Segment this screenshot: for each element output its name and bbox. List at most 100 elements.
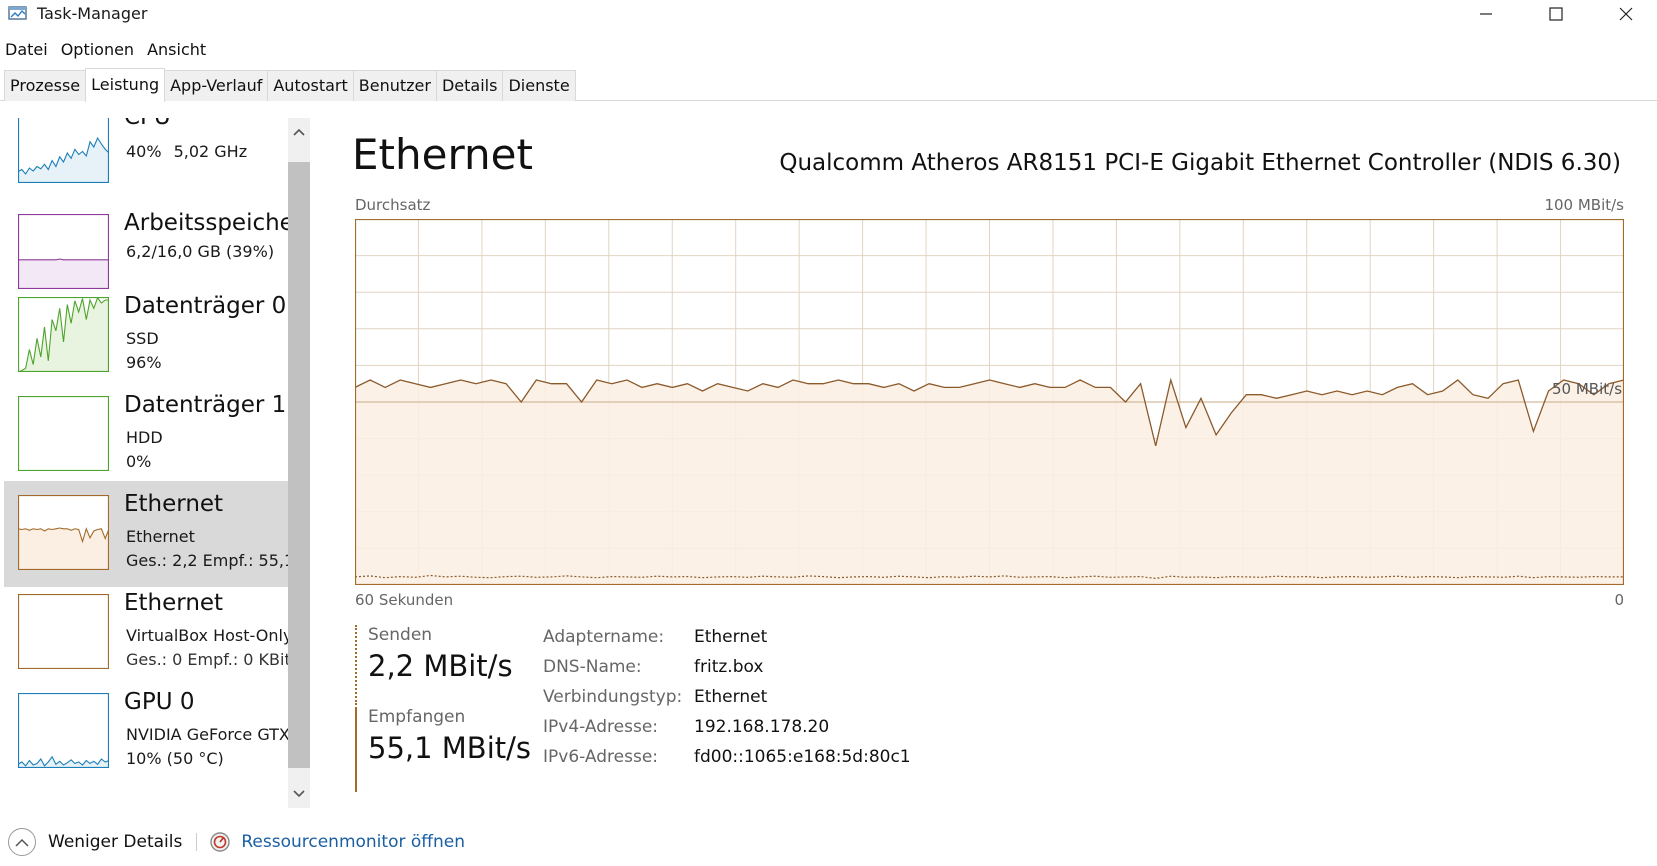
sidebar-item-ethernet-virtualbox[interactable]: Ethernet VirtualBox Host-Only Network Ge…	[4, 580, 290, 686]
receive-area	[355, 380, 1624, 585]
window-title: Task-Manager	[37, 4, 148, 23]
tab-leistung[interactable]: Leistung	[85, 68, 166, 102]
scroll-up-button[interactable]	[288, 120, 310, 144]
thumbnail-background	[18, 594, 109, 669]
scroll-thumb[interactable]	[288, 162, 310, 768]
sidebar-item-detail: HDD	[126, 428, 163, 447]
sidebar-item-ethernet[interactable]: Ethernet Ethernet Ges.: 2,2 Empf.: 55,1 …	[4, 481, 290, 587]
property-key: IPv4-Adresse:	[543, 717, 658, 737]
chart-label-throughput: Durchsatz	[355, 196, 431, 214]
receive-label: Empfangen	[368, 707, 466, 727]
sidebar-item-usage: 10% (50 °C)	[126, 749, 224, 768]
minimize-icon	[1480, 13, 1492, 15]
sidebar-item-title: Arbeitsspeicher	[124, 210, 290, 236]
property-value: 192.168.178.20	[694, 717, 830, 737]
tab-details[interactable]: Details	[435, 70, 504, 101]
task-manager-icon	[8, 5, 28, 21]
time-axis-zero: 0	[1614, 591, 1624, 609]
disk-1-thumbnail	[18, 396, 109, 471]
throughput-graph	[355, 219, 1624, 585]
property-row: Adaptername: Ethernet	[543, 627, 911, 657]
fewer-details-label[interactable]: Weniger Details	[48, 832, 182, 852]
fewer-details-button[interactable]	[8, 828, 36, 856]
property-value: fd00::1065:e168:5d:80c1	[694, 747, 911, 767]
sidebar-item-title: Datenträger 1 (D:	[124, 392, 290, 418]
send-label: Senden	[368, 625, 433, 645]
menu-optionen[interactable]: Optionen	[56, 37, 139, 63]
sidebar-item-disk-0[interactable]: Datenträger 0 (C: SSD 96%	[4, 283, 290, 389]
sidebar-item-cpu[interactable]: CPU 40%5,02 GHz	[4, 118, 288, 200]
adapter-name-heading: Qualcomm Atheros AR8151 PCI-E Gigabit Et…	[779, 150, 1621, 176]
send-stat: Senden 2,2 MBit/s	[355, 625, 535, 705]
chevron-down-icon	[293, 790, 305, 798]
receive-value: 55,1 MBit/s	[368, 731, 532, 765]
resource-monitor-icon	[210, 832, 231, 852]
sidebar-item-detail: Ethernet	[126, 527, 195, 546]
adapter-properties: Adaptername: Ethernet DNS-Name: fritz.bo…	[543, 627, 911, 777]
time-axis-label: 60 Sekunden	[355, 591, 454, 609]
sidebar-item-detail: 6,2/16,0 GB (39%)	[126, 242, 275, 261]
disk-0-thumbnail	[18, 297, 109, 372]
receive-stat: Empfangen 55,1 MBit/s	[355, 707, 535, 792]
scroll-down-button[interactable]	[288, 782, 310, 806]
sidebar-item-throughput: Ges.: 2,2 Empf.: 55,1 MBit/s	[126, 551, 290, 570]
sidebar-item-throughput: Ges.: 0 Empf.: 0 KBit/s	[126, 650, 290, 669]
performance-sidebar: CPU 40%5,02 GHz Arbeitsspeicher 6,2/16,0…	[0, 118, 290, 810]
sidebar-item-usage: 96%	[126, 353, 162, 372]
sidebar-item-detail: NVIDIA GeForce GTX	[126, 725, 290, 744]
sidebar-item-gpu-0[interactable]: GPU 0 NVIDIA GeForce GTX 10% (50 °C)	[4, 679, 290, 785]
sidebar-item-title: CPU	[124, 118, 171, 130]
property-row: DNS-Name: fritz.box	[543, 657, 911, 687]
sidebar-item-detail: SSD	[126, 329, 159, 348]
property-key: DNS-Name:	[543, 657, 642, 677]
maximize-icon	[1549, 7, 1563, 21]
virtualbox-ethernet-thumbnail	[18, 594, 109, 669]
memory-thumbnail	[18, 214, 109, 289]
property-key: Adaptername:	[543, 627, 665, 647]
ethernet-thumbnail	[18, 495, 109, 570]
close-button[interactable]	[1591, 0, 1657, 28]
sidebar-item-title: Ethernet	[124, 590, 224, 616]
tab-autostart[interactable]: Autostart	[267, 70, 354, 101]
maximize-button[interactable]	[1521, 0, 1591, 28]
property-value: fritz.box	[694, 657, 764, 677]
footer-divider	[196, 833, 198, 851]
title-bar: Task-Manager	[0, 0, 1657, 30]
thumbnail-area	[18, 528, 109, 570]
property-value: Ethernet	[694, 687, 768, 707]
property-key: IPv6-Adresse:	[543, 747, 658, 767]
gpu-0-thumbnail	[18, 693, 109, 768]
footer: Weniger Details Ressourcenmonitor öffnen	[8, 824, 465, 860]
chevron-up-icon	[293, 128, 305, 136]
chart-label-mid: 50 MBit/s	[1552, 380, 1623, 398]
property-key: Verbindungstyp:	[543, 687, 683, 707]
send-value: 2,2 MBit/s	[368, 649, 513, 683]
sidebar-item-title: Ethernet	[124, 491, 224, 517]
page-title: Ethernet	[352, 130, 533, 179]
property-row: IPv4-Adresse: 192.168.178.20	[543, 717, 911, 747]
cpu-thumbnail	[18, 118, 109, 183]
sidebar-item-detail: 40% 5,02 GHz	[126, 142, 248, 161]
sidebar-item-title: GPU 0	[124, 689, 195, 715]
sidebar-scrollbar[interactable]	[288, 118, 310, 808]
chart-label-max: 100 MBit/s	[1544, 196, 1624, 214]
tab-dienste[interactable]: Dienste	[502, 70, 576, 101]
tab-app-verlauf[interactable]: App-Verlauf	[164, 70, 269, 101]
sidebar-item-title: Datenträger 0 (C:	[124, 293, 290, 319]
tab-bar: Prozesse Leistung App-Verlauf Autostart …	[0, 68, 1657, 102]
close-icon	[1619, 7, 1633, 21]
property-value: Ethernet	[694, 627, 768, 647]
property-row: IPv6-Adresse: fd00::1065:e168:5d:80c1	[543, 747, 911, 777]
tab-benutzer[interactable]: Benutzer	[352, 70, 437, 101]
sidebar-item-disk-1[interactable]: Datenträger 1 (D: HDD 0%	[4, 382, 290, 488]
minimize-button[interactable]	[1451, 0, 1521, 28]
thumbnail-background	[18, 396, 109, 471]
sidebar-item-detail: VirtualBox Host-Only Network	[126, 626, 290, 645]
tab-prozesse[interactable]: Prozesse	[4, 70, 87, 101]
open-resource-monitor-link[interactable]: Ressourcenmonitor öffnen	[241, 832, 465, 852]
thumbnail-background	[18, 693, 109, 768]
menu-datei[interactable]: Datei	[0, 37, 53, 63]
menu-ansicht[interactable]: Ansicht	[142, 37, 211, 63]
menu-bar: Datei Optionen Ansicht	[0, 37, 214, 63]
property-row: Verbindungstyp: Ethernet	[543, 687, 911, 717]
